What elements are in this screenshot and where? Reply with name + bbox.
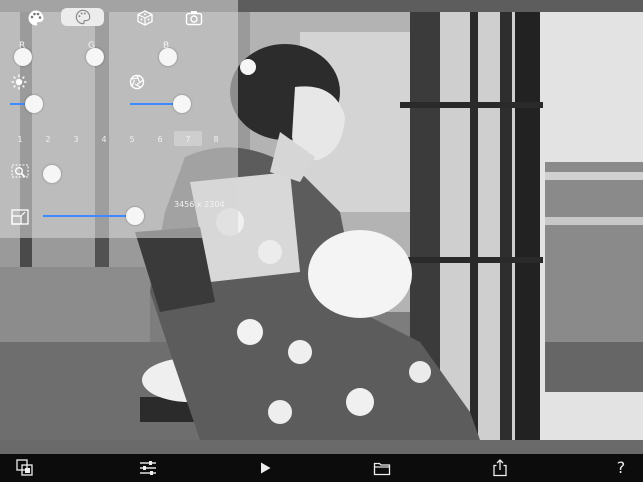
filter-number-4[interactable]: 4 [94,135,114,144]
share-icon[interactable] [489,458,511,478]
filter-number-8[interactable]: 8 [206,135,226,144]
help-label: ? [616,458,626,477]
green-knob[interactable] [86,48,104,66]
camera-compare-icon[interactable] [183,8,205,28]
filter-number-2[interactable]: 2 [38,135,58,144]
size-knob[interactable] [126,207,144,225]
dice-icon[interactable] [135,8,155,28]
brightness-icon [10,73,28,91]
help-icon[interactable]: ? [610,458,632,478]
image-dimensions: 3456 x 2304 [174,200,225,209]
aperture-icon [128,73,146,91]
bottom-toolbar: ? [0,454,643,482]
filter-number-3[interactable]: 3 [66,135,86,144]
palette-outline-icon [73,8,93,26]
adjustment-panel: R G B 1 2 3 4 5 6 7 8 3456 x 2304 [0,0,238,238]
sliders-icon[interactable] [137,458,159,478]
resize-icon [10,207,30,227]
red-knob[interactable] [14,48,32,66]
filter-number-7[interactable]: 7 [178,135,198,144]
zoom-region-icon [10,163,32,183]
contrast-knob[interactable] [173,95,191,113]
filter-number-5[interactable]: 5 [122,135,142,144]
palette-icon[interactable] [26,8,46,28]
zoom-region-knob[interactable] [43,165,61,183]
blue-knob[interactable] [159,48,177,66]
filter-number-1[interactable]: 1 [10,135,30,144]
layers-icon[interactable] [14,458,36,478]
size-track [43,215,135,217]
filter-number-6[interactable]: 6 [150,135,170,144]
folder-icon[interactable] [371,458,393,478]
play-icon[interactable] [254,458,276,478]
brightness-knob[interactable] [25,95,43,113]
